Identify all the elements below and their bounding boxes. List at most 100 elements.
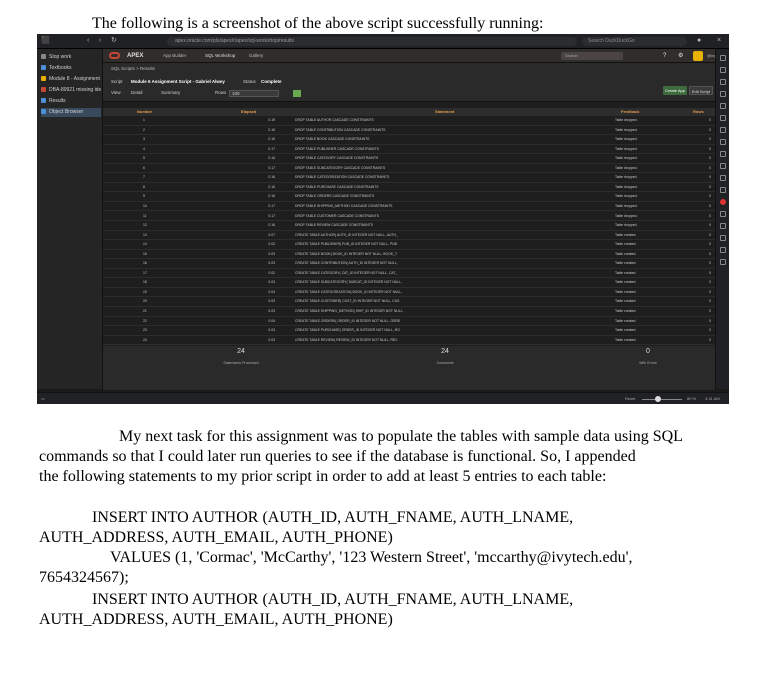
cell-feedback: Table dropped. bbox=[615, 118, 638, 122]
create-app-button[interactable]: Create App bbox=[663, 86, 687, 95]
cell-feedback: Table created. bbox=[615, 309, 637, 313]
apex-header: APEX App Builder SQL Workshop Gallery Se… bbox=[103, 49, 729, 63]
sidebar-tab-item[interactable]: DBA-89921 missing ident bbox=[41, 86, 101, 95]
profile-avatar-icon[interactable]: ● bbox=[697, 36, 701, 46]
sidebar-tool-icon[interactable] bbox=[720, 223, 726, 229]
sidebar-tool-icon[interactable] bbox=[720, 259, 726, 265]
cell-statement: DROP TABLE CATEGORY CASCADE CONSTRAINTS bbox=[295, 156, 379, 161]
settings-icon[interactable]: ⚙ bbox=[678, 51, 683, 61]
nav-app-builder[interactable]: App Builder bbox=[163, 51, 186, 61]
paragraph-line-1: My next task for this assignment was to … bbox=[119, 428, 683, 445]
reload-icon[interactable]: ↻ bbox=[111, 36, 117, 46]
table-row: 3 0.16 DROP TABLE BOOK CASCADE CONSTRAINTS… bbox=[103, 135, 715, 145]
cell-number: 11 bbox=[143, 213, 147, 218]
user-avatar[interactable] bbox=[693, 51, 703, 61]
sidebar-tool-icon[interactable] bbox=[720, 211, 726, 217]
cell-rows: 0 bbox=[709, 137, 711, 142]
sidebar-tool-icon[interactable] bbox=[720, 187, 726, 193]
browser-profile-icon[interactable]: ⬛ bbox=[41, 36, 50, 46]
status-reset-label[interactable]: Reset bbox=[625, 395, 635, 403]
address-bar[interactable]: apex.oracle.com/pls/apex/r/apex/sql-work… bbox=[167, 37, 577, 46]
cell-feedback: Table dropped. bbox=[615, 223, 638, 228]
total-successful-label: Successful bbox=[436, 361, 454, 365]
cell-elapsed: 0.17 bbox=[268, 165, 275, 170]
table-row: 24 0.03 CREATE TABLE REVIEW( REVIEW_ID INT… bbox=[103, 336, 715, 346]
sidebar-tab-item[interactable]: Textbooks bbox=[41, 64, 101, 73]
cell-statement: DROP TABLE PUBLISHER CASCADE CONSTRAINTS bbox=[295, 146, 379, 151]
sidebar-tool-icon[interactable] bbox=[720, 91, 726, 97]
cell-statement: CREATE TABLE ORDERS( ORDER_ID INTEGER NO… bbox=[295, 318, 401, 323]
sidebar-tab-item[interactable]: Results bbox=[41, 97, 101, 106]
apex-brand[interactable]: APEX bbox=[127, 51, 143, 61]
zoom-slider-handle[interactable] bbox=[655, 396, 661, 402]
go-button[interactable] bbox=[293, 90, 301, 97]
cell-elapsed: 0.16 bbox=[268, 175, 275, 180]
col-header-rows[interactable]: Rows bbox=[693, 108, 704, 116]
col-header-statement[interactable]: Statement bbox=[435, 108, 454, 116]
cell-number: 10 bbox=[143, 203, 147, 208]
url-text: apex.oracle.com/pls/apex/r/apex/sql-work… bbox=[175, 38, 294, 44]
cell-rows: 0 bbox=[709, 165, 711, 170]
sidebar-tab-label: Module 8 - Assignment - S bbox=[49, 76, 101, 82]
cell-rows: 0 bbox=[709, 289, 711, 294]
cell-rows: 0 bbox=[709, 203, 711, 208]
breadcrumb-text[interactable]: SQL Scripts > Results bbox=[111, 64, 155, 74]
sidebar-tool-icon[interactable] bbox=[720, 127, 726, 133]
sidebar-tab-item[interactable]: Object Browser bbox=[41, 108, 101, 117]
view-option-summary[interactable]: Summary bbox=[161, 89, 180, 97]
table-row: 21 0.03 CREATE TABLE SHIPPING_METHOD( SHIP… bbox=[103, 307, 715, 317]
status-left-icon[interactable]: ▭ bbox=[41, 395, 45, 403]
sidebar-tool-icon[interactable] bbox=[720, 55, 726, 61]
cell-elapsed: 0.17 bbox=[268, 213, 275, 218]
cell-rows: 0 bbox=[709, 251, 711, 256]
sidebar-tab-item[interactable]: Stop work bbox=[41, 53, 101, 62]
edit-script-button[interactable]: Edit Script bbox=[689, 86, 713, 95]
nav-sql-workshop[interactable]: SQL Workshop bbox=[205, 51, 235, 61]
browser-sidebar-icons bbox=[715, 49, 729, 389]
help-icon[interactable]: ? bbox=[663, 51, 666, 61]
apex-search-field[interactable]: Search bbox=[561, 52, 623, 60]
sidebar-tool-icon[interactable] bbox=[720, 151, 726, 157]
apex-search-placeholder: Search bbox=[565, 53, 578, 58]
total-successful-value: 24 bbox=[441, 348, 449, 355]
sidebar-tool-icon[interactable] bbox=[720, 247, 726, 253]
table-row: 23 0.03 CREATE TABLE PURCHASE( ORDER_ID IN… bbox=[103, 326, 715, 336]
sidebar-tool-icon[interactable] bbox=[720, 199, 726, 205]
cell-statement: CREATE TABLE AUTHOR( AUTH_ID INTEGER NOT… bbox=[295, 232, 398, 237]
sidebar-tool-icon[interactable] bbox=[720, 79, 726, 85]
cell-feedback: Table dropped. bbox=[615, 175, 638, 180]
sidebar-tab-item[interactable]: Module 8 - Assignment - S bbox=[41, 75, 101, 84]
rows-select[interactable]: 100 bbox=[229, 90, 279, 97]
sidebar-tool-icon[interactable] bbox=[720, 139, 726, 145]
forward-icon[interactable]: › bbox=[99, 36, 101, 46]
total-statements-value: 24 bbox=[237, 348, 245, 355]
cell-number: 20 bbox=[143, 299, 147, 304]
close-window-icon[interactable]: × bbox=[717, 36, 721, 46]
cell-elapsed: 0.16 bbox=[268, 156, 275, 161]
sidebar-tab-label: Results bbox=[49, 98, 66, 104]
sidebar-tool-icon[interactable] bbox=[720, 175, 726, 181]
table-row: 7 0.16 DROP TABLE CATEGORIZATION CASCADE C… bbox=[103, 173, 715, 183]
sidebar-tool-icon[interactable] bbox=[720, 235, 726, 241]
col-header-feedback[interactable]: Feedback bbox=[621, 108, 639, 116]
cell-statement: CREATE TABLE CUSTOMER( CUST_ID INTEGER N… bbox=[295, 299, 400, 304]
zoom-slider[interactable] bbox=[642, 399, 682, 400]
table-row: 17 0.02 CREATE TABLE CATEGORY( CAT_ID INTE… bbox=[103, 269, 715, 279]
cell-rows: 0 bbox=[709, 242, 711, 247]
sidebar-tool-icon[interactable] bbox=[720, 103, 726, 109]
col-header-number[interactable]: Number bbox=[137, 108, 152, 116]
cell-feedback: Table dropped. bbox=[615, 194, 638, 199]
view-option-detail[interactable]: Detail bbox=[131, 89, 143, 97]
cell-elapsed: 0.04 bbox=[268, 318, 275, 323]
sidebar-tool-icon[interactable] bbox=[720, 163, 726, 169]
cell-statement: DROP TABLE ORDERS CASCADE CONSTRAINTS bbox=[295, 194, 375, 199]
sidebar-tool-icon[interactable] bbox=[720, 115, 726, 121]
nav-gallery[interactable]: Gallery bbox=[249, 51, 263, 61]
browser-search-field[interactable]: Search DuckDuckGo bbox=[582, 37, 687, 46]
cell-statement: CREATE TABLE SHIPPING_METHOD( SHIP_ID IN… bbox=[295, 309, 404, 313]
back-icon[interactable]: ‹ bbox=[87, 36, 89, 46]
sidebar-tool-icon[interactable] bbox=[720, 67, 726, 73]
cell-feedback: Table created. bbox=[615, 318, 637, 323]
col-header-elapsed[interactable]: Elapsed bbox=[241, 108, 256, 116]
cell-number: 15 bbox=[143, 251, 147, 256]
